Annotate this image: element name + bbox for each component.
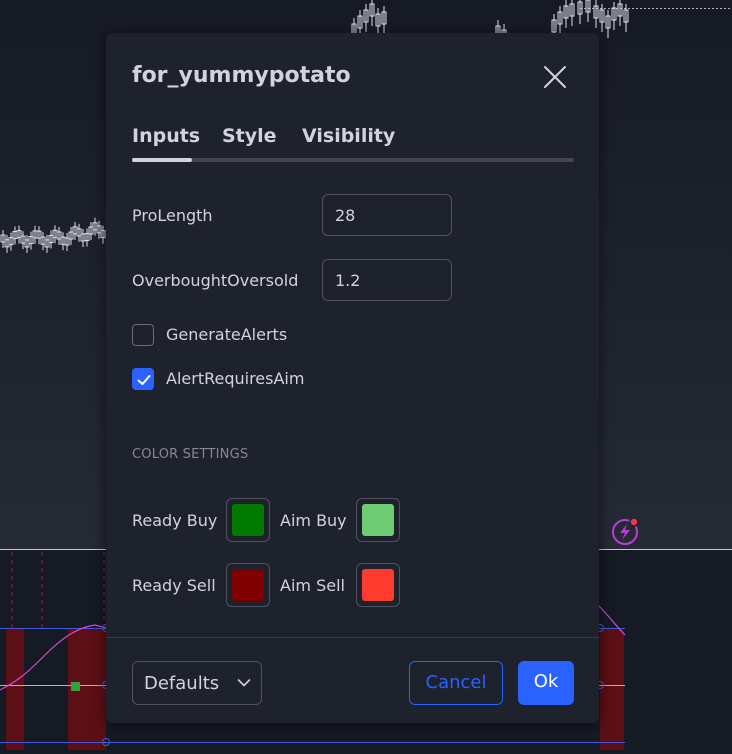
alert-requires-aim-checkbox[interactable] xyxy=(132,368,154,390)
aim-sell-color-swatch[interactable] xyxy=(356,563,400,607)
generate-alerts-checkbox[interactable] xyxy=(132,324,154,346)
close-icon xyxy=(544,66,566,88)
ready-buy-label: Ready Buy xyxy=(132,511,218,530)
alert-requires-aim-label[interactable]: AlertRequiresAim xyxy=(166,369,304,388)
close-button[interactable] xyxy=(539,61,571,93)
cancel-button-label: Cancel xyxy=(425,672,487,693)
aim-buy-color-fill xyxy=(362,504,394,536)
cancel-button[interactable]: Cancel xyxy=(409,661,503,705)
defaults-dropdown[interactable]: Defaults xyxy=(132,661,262,705)
ok-button-label: Ok xyxy=(533,671,559,692)
tab-style[interactable]: Style xyxy=(222,125,277,147)
overbought-oversold-label: OverboughtOversold xyxy=(132,271,299,290)
pro-length-input[interactable] xyxy=(322,194,452,236)
ready-buy-color-fill xyxy=(232,504,264,536)
pro-length-label: ProLength xyxy=(132,206,213,225)
tab-inputs[interactable]: Inputs xyxy=(132,125,200,147)
dialog-title: for_yummypotato xyxy=(132,63,351,88)
ready-sell-color-swatch[interactable] xyxy=(226,563,270,607)
defaults-label: Defaults xyxy=(144,673,220,694)
overbought-oversold-input[interactable] xyxy=(322,259,452,301)
ready-sell-label: Ready Sell xyxy=(132,576,216,595)
check-icon xyxy=(137,375,151,385)
aim-sell-label: Aim Sell xyxy=(280,576,345,595)
ready-buy-color-swatch[interactable] xyxy=(226,498,270,542)
ok-button[interactable]: Ok xyxy=(518,661,574,705)
tab-scroll-track xyxy=(132,158,574,162)
aim-buy-label: Aim Buy xyxy=(280,511,347,530)
ready-sell-color-fill xyxy=(232,569,264,601)
chevron-down-icon xyxy=(237,679,251,687)
aim-sell-color-fill xyxy=(362,569,394,601)
alert-lightning-icon[interactable] xyxy=(610,518,638,546)
aim-buy-color-swatch[interactable] xyxy=(356,498,400,542)
tab-visibility[interactable]: Visibility xyxy=(302,125,395,147)
color-settings-heading: COLOR SETTINGS xyxy=(132,447,249,462)
generate-alerts-label[interactable]: GenerateAlerts xyxy=(166,325,287,344)
active-tab-indicator xyxy=(132,158,192,162)
indicator-settings-dialog: for_yummypotato Inputs Style Visibility … xyxy=(106,33,599,723)
footer-divider xyxy=(106,637,599,638)
